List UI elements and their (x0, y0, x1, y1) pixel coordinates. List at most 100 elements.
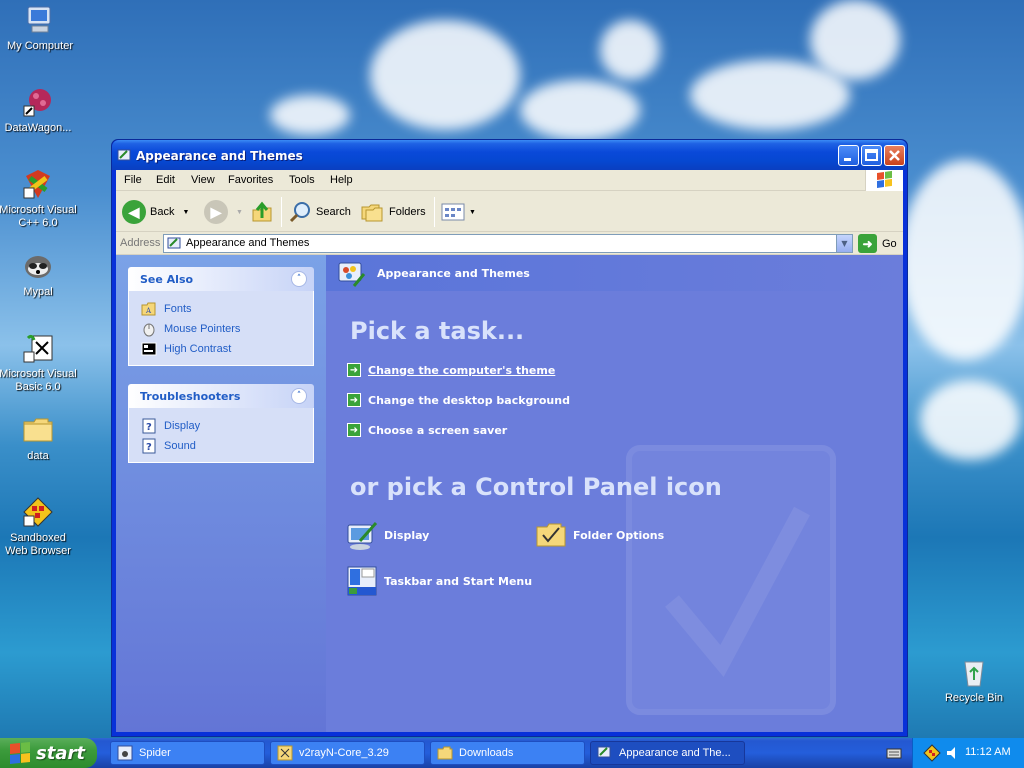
category-title: Appearance and Themes (377, 267, 530, 280)
arrow-right-icon: ➜ (347, 423, 361, 437)
folder-options-icon (535, 519, 567, 551)
link-mouse-pointers[interactable]: Mouse Pointers (141, 319, 313, 339)
taskbar-button-label: Downloads (459, 747, 514, 759)
menu-view[interactable]: View (191, 174, 215, 186)
address-input[interactable]: Appearance and Themes ▼ (163, 234, 853, 253)
address-bar: Address Appearance and Themes ▼ ➜ Go (116, 232, 903, 255)
cp-icon-label: Display (384, 528, 430, 542)
address-label: Address (120, 237, 161, 249)
desktop-icon-label: Recycle Bin (944, 692, 1004, 704)
mypal-icon (22, 250, 54, 282)
link-label: High Contrast (164, 343, 232, 355)
taskbar-button-appearance-themes[interactable]: Appearance and The... (590, 741, 745, 765)
desktop-icon-msvb[interactable]: Microsoft Visual Basic 6.0 (0, 332, 78, 394)
desktop-icon-msvc[interactable]: Microsoft Visual C++ 6.0 (0, 168, 78, 230)
toolbar: ◀ Back ▼ ▶ ▼ Search Folders ▼ (116, 191, 903, 232)
troubleshooters-panel: Troubleshooters ˄ ? Display ? Sound (128, 384, 314, 463)
windows-logo-icon (865, 170, 903, 191)
link-label: Display (164, 420, 201, 432)
help-icon: ? (141, 438, 157, 454)
link-display-troubleshooter[interactable]: ? Display (141, 416, 313, 436)
task-screen-saver[interactable]: ➜ Choose a screen saver (347, 423, 507, 437)
collapse-chevron-icon[interactable]: ˄ (291, 388, 307, 404)
taskbar-button-spider[interactable]: Spider (110, 741, 265, 765)
clock[interactable]: 11:12 AM (965, 746, 1011, 758)
folders-icon (361, 204, 383, 222)
menu-help[interactable]: Help (330, 174, 353, 186)
task-change-background[interactable]: ➜ Change the desktop background (347, 393, 570, 407)
appearance-themes-icon (336, 258, 368, 290)
desktop-icon-mypal[interactable]: Mypal (0, 250, 78, 299)
see-also-header[interactable]: See Also ˄ (128, 267, 314, 291)
visual-basic-icon (22, 332, 54, 364)
folders-label: Folders (389, 206, 426, 218)
chevron-down-icon: ▼ (469, 208, 476, 216)
menu-tools[interactable]: Tools (289, 174, 315, 186)
link-fonts[interactable]: A Fonts (141, 299, 313, 319)
link-label: Mouse Pointers (164, 323, 241, 335)
menu-file[interactable]: File (124, 174, 142, 186)
appearance-themes-icon (167, 237, 181, 249)
views-button[interactable]: ▼ (440, 198, 476, 226)
link-high-contrast[interactable]: High Contrast (141, 339, 313, 359)
search-label: Search (316, 206, 351, 218)
back-button[interactable]: ◀ Back ▼ (122, 198, 189, 226)
cp-icon-label: Folder Options (573, 528, 665, 542)
link-sound-troubleshooter[interactable]: ? Sound (141, 436, 313, 456)
cp-icon-label: Taskbar and Start Menu (384, 574, 533, 588)
desktop-icon-label: My Computer (6, 40, 74, 52)
cp-icon-taskbar-start-menu[interactable]: Taskbar and Start Menu (346, 565, 532, 597)
back-label: Back (150, 206, 175, 218)
pick-task-heading: Pick a task... (350, 317, 525, 345)
minimize-button[interactable] (838, 145, 859, 166)
category-header: Appearance and Themes (326, 255, 903, 291)
window-title: Appearance and Themes (136, 149, 303, 163)
chevron-down-icon: ▼ (182, 208, 190, 216)
desktop-icon-recycle-bin[interactable]: Recycle Bin (934, 656, 1014, 705)
high-contrast-icon (141, 341, 157, 357)
search-button[interactable]: Search (288, 198, 351, 226)
window-titlebar[interactable]: Appearance and Themes (112, 140, 907, 170)
v2rayn-icon (277, 745, 293, 761)
go-label: Go (882, 237, 897, 250)
volume-icon[interactable] (945, 745, 961, 764)
chevron-down-icon: ▼ (236, 208, 243, 216)
search-icon (289, 202, 310, 223)
folders-button[interactable]: Folders (360, 198, 426, 226)
taskbar-button-label: Appearance and The... (619, 747, 731, 759)
menu-edit[interactable]: Edit (156, 174, 175, 186)
visual-cpp-icon (22, 168, 54, 200)
desktop-icon-my-computer[interactable]: My Computer (0, 4, 80, 53)
spider-icon (117, 745, 133, 761)
up-folder-icon (252, 201, 272, 222)
troubleshooters-header[interactable]: Troubleshooters ˄ (128, 384, 314, 408)
cp-icon-display[interactable]: Display (346, 519, 429, 551)
go-button[interactable]: ➜ Go (858, 234, 897, 253)
windows-flag-icon (10, 741, 30, 765)
forward-button[interactable]: ▶ ▼ (204, 198, 243, 226)
folder-icon (22, 414, 54, 446)
keyboard-icon[interactable] (886, 746, 902, 763)
start-button[interactable]: start (0, 738, 97, 768)
desktop-icon-label: Microsoft Visual C++ 6.0 (0, 204, 77, 229)
desktop-icon-sandboxed-browser[interactable]: Sandboxed Web Browser (0, 496, 78, 558)
tray-app-icon[interactable] (923, 744, 941, 765)
close-button[interactable] (884, 145, 905, 166)
up-folder-button[interactable] (250, 198, 274, 226)
taskbar-button-downloads[interactable]: Downloads (430, 741, 585, 765)
back-arrow-icon: ◀ (122, 200, 146, 224)
sandboxed-browser-icon (22, 496, 54, 528)
desktop-icon-datawagon[interactable]: DataWagon... (0, 86, 78, 135)
cp-icon-folder-options[interactable]: Folder Options (535, 519, 664, 551)
collapse-chevron-icon[interactable]: ˄ (291, 271, 307, 287)
link-label: Fonts (164, 303, 192, 315)
address-dropdown-button[interactable]: ▼ (836, 235, 852, 252)
taskbar-button-v2rayn[interactable]: v2rayN-Core_3.29 (270, 741, 425, 765)
menu-favorites[interactable]: Favorites (228, 174, 273, 186)
content-area: See Also ˄ A Fonts Mouse Pointers High C… (116, 255, 903, 732)
maximize-button[interactable] (861, 145, 882, 166)
desktop-icon-data[interactable]: data (0, 414, 78, 463)
help-icon: ? (141, 418, 157, 434)
task-change-theme[interactable]: ➜ Change the computer's theme (347, 363, 555, 377)
svg-text:?: ? (146, 422, 152, 433)
